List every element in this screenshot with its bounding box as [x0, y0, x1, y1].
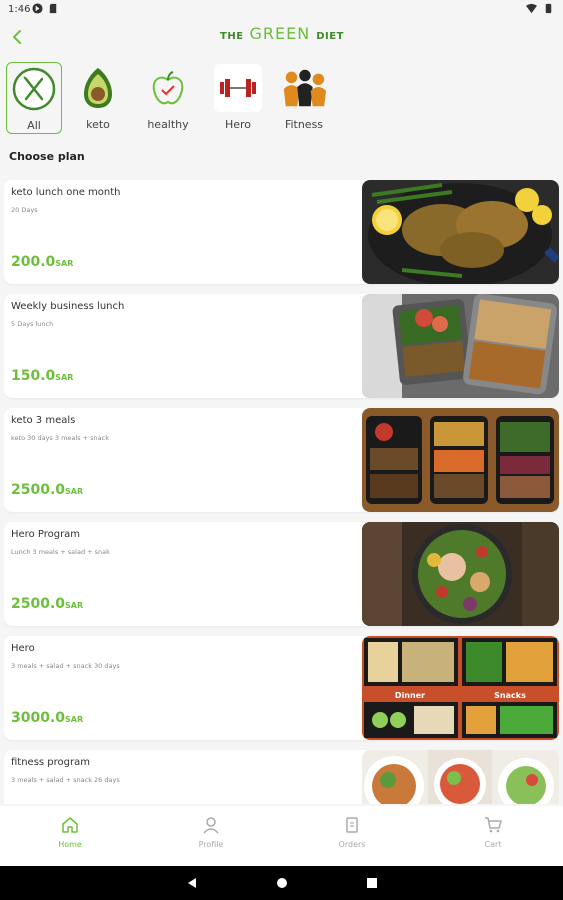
category-label: keto [86, 118, 110, 131]
cart-icon [485, 817, 502, 833]
plan-name: Weekly business lunch [11, 301, 125, 312]
status-bar: 1:46 [0, 0, 563, 20]
plan-image-grilled-chicken [362, 180, 559, 284]
plan-description: 3 meals + salad + snack 30 days [11, 662, 120, 670]
battery-icon [545, 3, 552, 14]
nav-label: Cart [484, 840, 502, 849]
app-header: THE GREEN DIET [0, 20, 563, 56]
fork-knife-icon [10, 65, 58, 113]
nav-profile[interactable]: Profile [161, 816, 261, 849]
bottom-nav: Home Profile Orders Cart [0, 806, 563, 866]
plan-price: 2500.0SAR [11, 596, 83, 612]
plan-price: 3000.0SAR [11, 710, 83, 726]
profile-icon [203, 817, 219, 834]
plan-image-fitness-plates [362, 750, 559, 804]
plan-description: 3 meals + salad + snack 26 days [11, 776, 120, 784]
chevron-left-icon [13, 30, 21, 44]
plan-card[interactable]: Hero 3 meals + salad + snack 30 days 300… [4, 636, 559, 740]
system-home-icon[interactable] [276, 877, 288, 889]
category-hero[interactable]: Hero [210, 62, 266, 134]
nav-cart[interactable]: Cart [443, 816, 543, 849]
price-currency: SAR [65, 715, 84, 724]
nav-orders[interactable]: Orders [302, 816, 402, 849]
plan-card[interactable]: keto 3 meals keto 30 days 3 meals + snac… [4, 408, 559, 512]
plan-image-meal-prep [362, 408, 559, 512]
system-recents-icon[interactable] [366, 877, 378, 889]
category-fitness[interactable]: Fitness [276, 62, 332, 134]
plan-name: fitness program [11, 757, 90, 768]
plan-description: Lunch 3 meals + salad + snak [11, 548, 110, 556]
price-value: 200.0 [11, 254, 56, 270]
nav-home[interactable]: Home [20, 816, 120, 849]
apple-icon [144, 64, 192, 112]
snacks-label: Snacks [494, 691, 526, 700]
plan-card[interactable]: Weekly business lunch 5 Days lunch 150.0… [4, 294, 559, 398]
plan-description: keto 30 days 3 meals + snack [11, 434, 109, 442]
price-value: 150.0 [11, 368, 56, 384]
price-currency: SAR [55, 259, 74, 268]
nav-label: Profile [198, 840, 224, 849]
plan-price: 150.0SAR [11, 368, 73, 384]
plan-image-meal-grid: Dinner Snacks [362, 636, 559, 740]
plan-name: keto 3 meals [11, 415, 76, 426]
logo-diet: DIET [316, 31, 344, 42]
system-back-icon[interactable] [186, 877, 198, 889]
category-label: healthy [147, 118, 189, 131]
section-title: Choose plan [9, 150, 85, 163]
status-time: 1:46 [8, 4, 31, 15]
plan-name: keto lunch one month [11, 187, 121, 198]
price-currency: SAR [65, 487, 84, 496]
plan-image-salad-bowl [362, 522, 559, 626]
plan-description: 20 Days [11, 206, 38, 214]
orders-icon [346, 817, 358, 833]
category-healthy[interactable]: healthy [140, 62, 196, 134]
plan-list[interactable]: keto lunch one month 20 Days 200.0SAR We… [4, 180, 559, 804]
sd-card-icon [49, 3, 57, 14]
nav-label: Home [58, 840, 82, 849]
plan-price: 2500.0SAR [11, 482, 83, 498]
plan-price: 200.0SAR [11, 254, 73, 270]
logo-the: THE [220, 31, 244, 42]
plan-name: Hero [11, 643, 35, 654]
price-currency: SAR [65, 601, 84, 610]
plan-name: Hero Program [11, 529, 81, 540]
logo-green: GREEN [249, 24, 311, 43]
plan-image-lunch-boxes [362, 294, 559, 398]
dumbbell-icon [214, 64, 262, 112]
category-tabs: All keto healthy Hero Fitness [6, 62, 346, 136]
avocado-icon [74, 64, 122, 112]
nav-label: Orders [338, 840, 366, 849]
plan-card[interactable]: fitness program 3 meals + salad + snack … [4, 750, 559, 804]
category-label: Fitness [284, 118, 324, 131]
plan-card[interactable]: Hero Program Lunch 3 meals + salad + sna… [4, 522, 559, 626]
home-icon [62, 817, 78, 833]
price-value: 2500.0 [11, 596, 66, 612]
plan-card[interactable]: keto lunch one month 20 Days 200.0SAR [4, 180, 559, 284]
price-currency: SAR [55, 373, 74, 382]
back-button[interactable] [8, 26, 28, 48]
wifi-icon [526, 3, 537, 14]
price-value: 2500.0 [11, 482, 66, 498]
fitness-people-icon [280, 64, 328, 112]
category-label: All [27, 119, 41, 132]
dinner-label: Dinner [395, 691, 425, 700]
system-nav-bar [0, 866, 563, 900]
app-notification-icon [32, 3, 43, 14]
plan-description: 5 Days lunch [11, 320, 54, 328]
category-keto[interactable]: keto [70, 62, 126, 134]
category-all[interactable]: All [6, 62, 62, 134]
price-value: 3000.0 [11, 710, 66, 726]
brand-logo: THE GREEN DIET [220, 24, 344, 43]
category-label: Hero [224, 118, 252, 131]
